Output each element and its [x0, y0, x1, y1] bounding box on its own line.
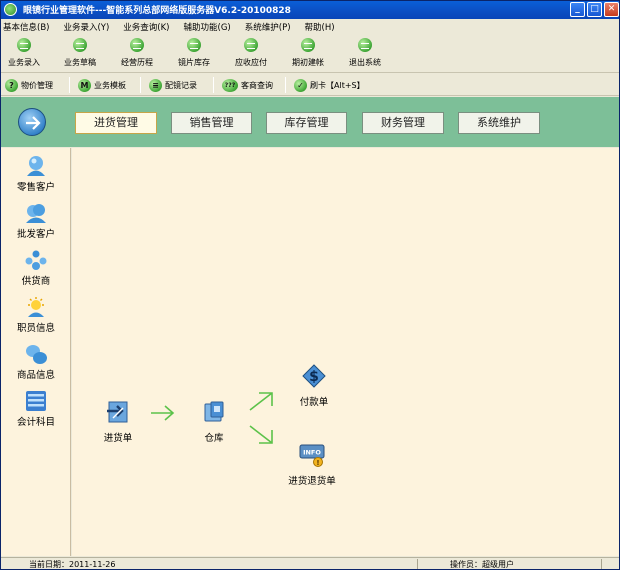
status-divider: [601, 559, 602, 569]
tab-system-maintenance[interactable]: 系统维护: [458, 112, 540, 134]
ledger-icon: [26, 391, 46, 411]
entry-icon: [17, 38, 31, 52]
opening-account-icon: [301, 38, 315, 52]
template-icon: M: [78, 79, 91, 92]
payment-node[interactable]: $ 付款单: [292, 364, 336, 408]
warehouse-icon: [204, 401, 224, 422]
warehouse-node[interactable]: 仓库: [196, 400, 232, 444]
flow-arrow-down-right: [249, 425, 273, 444]
sidebar-item-accounting-subjects[interactable]: 会计科目: [1, 390, 71, 428]
status-bar: 当前日期：2011-11-26 操作员：超级用户: [1, 557, 619, 569]
toolbar-lens-stock-button[interactable]: 镜片库存: [164, 38, 224, 68]
current-date: 当前日期：2011-11-26: [29, 560, 116, 569]
toolbar-opening-account-button[interactable]: 期初建帐: [278, 38, 338, 68]
sidebar: 零售客户 批发客户 供货商 职员信息 商品信息 会计科目: [1, 148, 71, 556]
toolbar-history-button[interactable]: 经营历程: [107, 38, 167, 68]
menu-basic-info[interactable]: 基本信息(B): [3, 21, 49, 33]
title-bar: 眼镜行业管理软件---智能系列总部网络版服务器V6.2-20100828 _ □…: [1, 1, 619, 19]
svg-text:$: $: [309, 369, 319, 385]
sidebar-item-wholesale-customers[interactable]: 批发客户: [1, 202, 71, 240]
lens-stock-icon: [187, 38, 201, 52]
toolbar-receivable-button[interactable]: 应收应付: [221, 38, 281, 68]
history-icon: [130, 38, 144, 52]
sidebar-item-suppliers[interactable]: 供货商: [1, 249, 71, 287]
purchase-order-icon: [107, 401, 128, 423]
toolbar-business-draft-button[interactable]: 业务草稿: [50, 38, 110, 68]
retail-customer-icon: [27, 156, 45, 176]
svg-text:INFO: INFO: [303, 449, 321, 457]
info-icon: INFO!: [299, 444, 325, 467]
tab-finance-management[interactable]: 财务管理: [362, 112, 444, 134]
record-icon: ≡: [149, 79, 162, 92]
glasses-record-button[interactable]: ≡ 配镜记录: [149, 78, 197, 93]
operator: 操作员：超级用户: [450, 560, 514, 569]
quick-toolbar: ? 物价管理 M 业务模板 ≡ 配镜记录 ??? 客商查询 ✓ 刷卡【Alt+S…: [1, 74, 619, 96]
supplier-icon: [25, 250, 47, 270]
menu-help[interactable]: 帮助(H): [305, 21, 335, 33]
toolbar-separator: [69, 77, 70, 93]
toolbar-separator: [285, 77, 286, 93]
app-icon: [4, 3, 17, 16]
main-toolbar: 业务录入 业务草稿 经营历程 镜片库存 应收应付 期初建帐 退出系统: [1, 35, 619, 73]
sidebar-item-staff-info[interactable]: 职员信息: [1, 296, 71, 334]
svg-text:!: !: [316, 459, 319, 467]
maximize-button[interactable]: □: [587, 2, 602, 17]
window-title: 眼镜行业管理软件---智能系列总部网络版服务器V6.2-20100828: [23, 6, 291, 16]
query-icon: ???: [222, 79, 238, 92]
wholesale-customer-icon: [26, 204, 46, 223]
module-tab-band: 进货管理 销售管理 库存管理 财务管理 系统维护: [1, 97, 619, 147]
minimize-button[interactable]: _: [570, 2, 585, 17]
business-template-button[interactable]: M 业务模板: [78, 78, 126, 93]
sidebar-item-product-info[interactable]: 商品信息: [1, 343, 71, 381]
check-icon: ✓: [294, 79, 307, 92]
menu-business-query[interactable]: 业务查询(K): [123, 21, 169, 33]
swipe-card-button[interactable]: ✓ 刷卡【Alt+S】: [294, 78, 365, 93]
sidebar-item-retail-customers[interactable]: 零售客户: [1, 155, 71, 193]
menu-business-entry[interactable]: 业务录入(Y): [63, 21, 109, 33]
toolbar-exit-button[interactable]: 退出系统: [335, 38, 395, 68]
receivable-icon: [244, 38, 258, 52]
close-button[interactable]: ✕: [604, 2, 619, 17]
question-icon: ?: [5, 79, 18, 92]
flow-arrow-up-right: [249, 392, 273, 411]
status-divider: [417, 559, 418, 569]
menu-auxiliary[interactable]: 辅助功能(G): [184, 21, 231, 33]
product-icon: [26, 345, 47, 364]
toolbar-separator: [213, 77, 214, 93]
workflow-area: 进货单 仓库 $ 付款单 INFO! 进货退货单: [72, 148, 619, 556]
purchase-order-node[interactable]: 进货单: [98, 400, 138, 444]
menu-bar: 基本信息(B) 业务录入(Y) 业务查询(K) 辅助功能(G) 系统维护(P) …: [1, 19, 619, 35]
tab-inventory-management[interactable]: 库存管理: [266, 112, 347, 134]
tab-purchase-management[interactable]: 进货管理: [75, 112, 157, 134]
exit-icon: [358, 38, 372, 52]
price-management-button[interactable]: ? 物价管理: [5, 78, 53, 93]
app-window: 眼镜行业管理软件---智能系列总部网络版服务器V6.2-20100828 _ □…: [0, 0, 620, 570]
toolbar-separator: [140, 77, 141, 93]
flow-arrow-right: [151, 405, 175, 421]
menu-system-maintenance[interactable]: 系统维护(P): [245, 21, 291, 33]
toolbar-business-entry-button[interactable]: 业务录入: [1, 38, 54, 68]
staff-icon: [28, 297, 44, 317]
merchant-query-button[interactable]: ??? 客商查询: [222, 78, 273, 93]
purchase-return-node[interactable]: INFO! 进货退货单: [282, 443, 342, 487]
navigate-arrow-icon[interactable]: [18, 108, 46, 136]
tab-sales-management[interactable]: 销售管理: [171, 112, 252, 134]
dollar-icon: $: [302, 364, 326, 388]
draft-icon: [73, 38, 87, 52]
